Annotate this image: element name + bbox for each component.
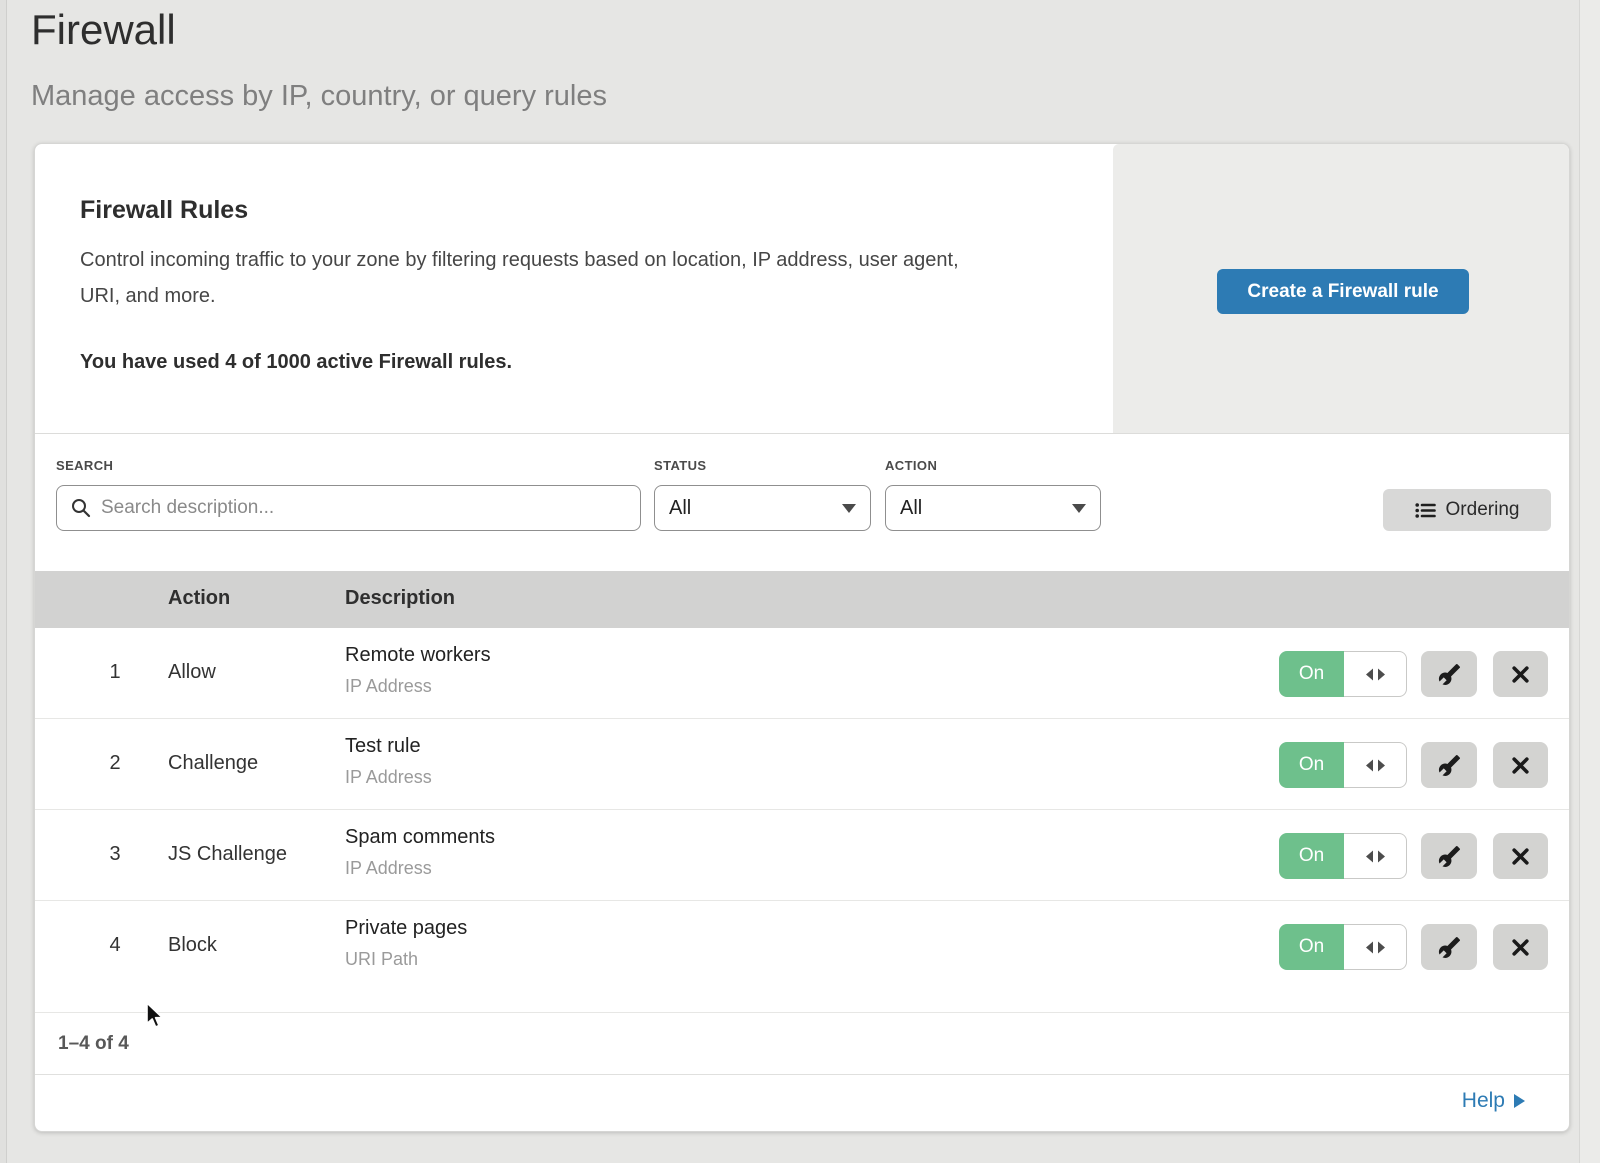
window-left-edge <box>0 0 7 1163</box>
toggle-drag-handle[interactable] <box>1344 742 1407 788</box>
wrench-icon <box>1438 663 1461 686</box>
ordering-list-icon <box>1415 502 1436 519</box>
rule-description-cell: Spam comments IP Address <box>345 826 495 879</box>
rule-description: Spam comments <box>345 826 495 849</box>
toggle-on-label: On <box>1279 833 1344 879</box>
create-firewall-rule-button[interactable]: Create a Firewall rule <box>1217 269 1469 314</box>
action-label: ACTION <box>885 458 937 473</box>
page-subtitle: Manage access by IP, country, or query r… <box>31 78 607 114</box>
table-header: Action Description <box>35 571 1569 628</box>
rule-description-cell: Test rule IP Address <box>345 735 432 788</box>
rule-enabled-toggle[interactable]: On <box>1279 742 1407 788</box>
toggle-drag-handle[interactable] <box>1344 651 1407 697</box>
rule-enabled-toggle[interactable]: On <box>1279 833 1407 879</box>
search-label: SEARCH <box>56 458 113 473</box>
toggle-on-label: On <box>1279 651 1344 697</box>
filter-bar: SEARCH STATUS All ACTION All <box>35 435 1569 571</box>
rule-enabled-toggle[interactable]: On <box>1279 924 1407 970</box>
close-icon <box>1511 756 1530 775</box>
rule-priority: 3 <box>95 843 135 866</box>
delete-rule-button[interactable] <box>1493 742 1548 788</box>
status-select[interactable]: All <box>654 485 871 531</box>
rules-intro-section: Firewall Rules Control incoming traffic … <box>35 144 1569 434</box>
rule-match-field: IP Address <box>345 676 491 697</box>
rule-match-field: IP Address <box>345 767 432 788</box>
caret-down-icon <box>842 504 856 513</box>
help-link[interactable]: Help <box>1462 1089 1525 1113</box>
table-row: 4 Block Private pages URI Path On <box>35 901 1569 1013</box>
rule-description: Remote workers <box>345 644 491 667</box>
rule-action: Block <box>168 934 217 957</box>
page-title: Firewall <box>31 6 176 54</box>
edit-rule-button[interactable] <box>1421 833 1477 879</box>
help-arrow-icon <box>1514 1094 1525 1108</box>
delete-rule-button[interactable] <box>1493 651 1548 697</box>
rule-action: Challenge <box>168 752 258 775</box>
help-link-label: Help <box>1462 1089 1505 1113</box>
rule-enabled-toggle[interactable]: On <box>1279 651 1407 697</box>
caret-down-icon <box>1072 504 1086 513</box>
toggle-on-label: On <box>1279 742 1344 788</box>
action-select[interactable]: All <box>885 485 1101 531</box>
pagination-bar: 1–4 of 4 <box>35 1013 1569 1075</box>
rule-description-cell: Private pages URI Path <box>345 917 467 970</box>
firewall-rules-card: Firewall Rules Control incoming traffic … <box>34 143 1570 1132</box>
rule-description: Private pages <box>345 917 467 940</box>
column-header-description: Description <box>345 587 455 610</box>
action-select-value: All <box>900 497 922 520</box>
edit-rule-button[interactable] <box>1421 651 1477 697</box>
toggle-drag-handle[interactable] <box>1344 833 1407 879</box>
close-icon <box>1511 938 1530 957</box>
close-icon <box>1511 665 1530 684</box>
edit-rule-button[interactable] <box>1421 924 1477 970</box>
search-icon <box>71 498 91 518</box>
toggle-on-label: On <box>1279 924 1344 970</box>
delete-rule-button[interactable] <box>1493 924 1548 970</box>
table-row: 1 Allow Remote workers IP Address On <box>35 628 1569 719</box>
rule-priority: 1 <box>95 661 135 684</box>
create-rule-panel: Create a Firewall rule <box>1113 144 1569 433</box>
rule-priority: 2 <box>95 752 135 775</box>
ordering-button-label: Ordering <box>1446 499 1520 521</box>
rules-table-body: 1 Allow Remote workers IP Address On <box>35 628 1569 1013</box>
toggle-drag-handle[interactable] <box>1344 924 1407 970</box>
rule-match-field: IP Address <box>345 858 495 879</box>
rule-match-field: URI Path <box>345 949 467 970</box>
wrench-icon <box>1438 936 1461 959</box>
table-row: 2 Challenge Test rule IP Address On <box>35 719 1569 810</box>
pagination-range: 1–4 of 4 <box>58 1033 129 1055</box>
column-header-action: Action <box>168 587 230 610</box>
window-right-edge <box>1579 0 1600 1163</box>
rule-description: Test rule <box>345 735 432 758</box>
rules-usage-count: You have used 4 of 1000 active Firewall … <box>80 351 512 374</box>
help-row: Help <box>35 1075 1569 1133</box>
rules-description: Control incoming traffic to your zone by… <box>80 242 980 314</box>
search-input[interactable] <box>91 486 640 530</box>
edit-rule-button[interactable] <box>1421 742 1477 788</box>
toggle-arrows-icon <box>1366 941 1385 954</box>
rule-description-cell: Remote workers IP Address <box>345 644 491 697</box>
status-select-value: All <box>669 497 691 520</box>
toggle-arrows-icon <box>1366 759 1385 772</box>
toggle-arrows-icon <box>1366 668 1385 681</box>
search-field[interactable] <box>56 485 641 531</box>
rule-action: JS Challenge <box>168 843 287 866</box>
ordering-button[interactable]: Ordering <box>1383 489 1551 531</box>
toggle-arrows-icon <box>1366 850 1385 863</box>
table-row: 3 JS Challenge Spam comments IP Address … <box>35 810 1569 901</box>
wrench-icon <box>1438 845 1461 868</box>
rule-action: Allow <box>168 661 216 684</box>
delete-rule-button[interactable] <box>1493 833 1548 879</box>
wrench-icon <box>1438 754 1461 777</box>
status-label: STATUS <box>654 458 706 473</box>
rules-heading: Firewall Rules <box>80 196 248 225</box>
rule-priority: 4 <box>95 934 135 957</box>
close-icon <box>1511 847 1530 866</box>
